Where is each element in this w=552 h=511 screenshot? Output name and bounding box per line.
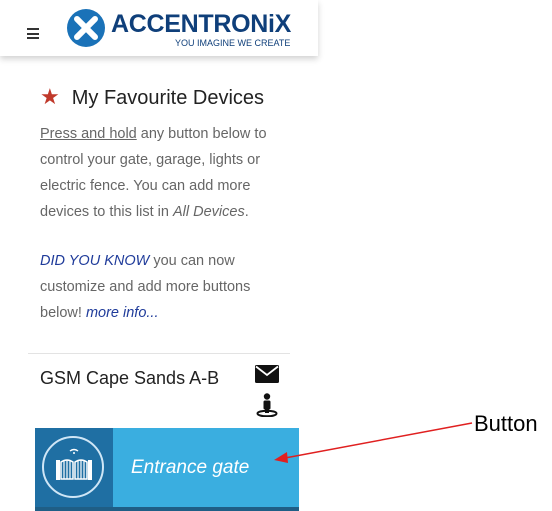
all-devices-link[interactable]: All Devices [173, 204, 245, 220]
favourites-title: ★ My Favourite Devices [40, 84, 264, 110]
entrance-gate-button[interactable]: Entrance gate [35, 428, 299, 511]
app-screen: ACCENTRONiX YOU IMAGINE WE CREATE ★ My Fa… [0, 0, 318, 511]
favourites-title-text: My Favourite Devices [71, 87, 265, 109]
more-info-link[interactable]: more info... [86, 305, 159, 321]
person-location-icon[interactable] [256, 393, 278, 417]
gate-icon [56, 448, 92, 480]
hamburger-icon[interactable] [27, 28, 39, 39]
did-you-know-label: DID YOU KNOW [40, 253, 150, 269]
star-icon: ★ [40, 84, 60, 109]
device-group-name: GSM Cape Sands A-B [40, 368, 220, 388]
annotation-label: Button [474, 411, 538, 436]
envelope-icon[interactable] [255, 365, 279, 383]
app-header: ACCENTRONiX YOU IMAGINE WE CREATE [0, 0, 318, 56]
intro-end: . [244, 204, 249, 220]
device-icon-block [35, 428, 113, 507]
intro-paragraph: Press and hold any button below to contr… [40, 121, 290, 225]
logo-tagline: YOU IMAGINE WE CREATE [175, 38, 291, 48]
logo-icon [67, 9, 105, 47]
logo-text: ACCENTRONiX [111, 10, 292, 38]
device-label: Entrance gate [131, 457, 250, 478]
intro-emphasis: Press and hold [40, 126, 137, 142]
divider [28, 353, 290, 354]
did-you-know-paragraph: DID YOU KNOW you can now customize and a… [40, 248, 290, 326]
